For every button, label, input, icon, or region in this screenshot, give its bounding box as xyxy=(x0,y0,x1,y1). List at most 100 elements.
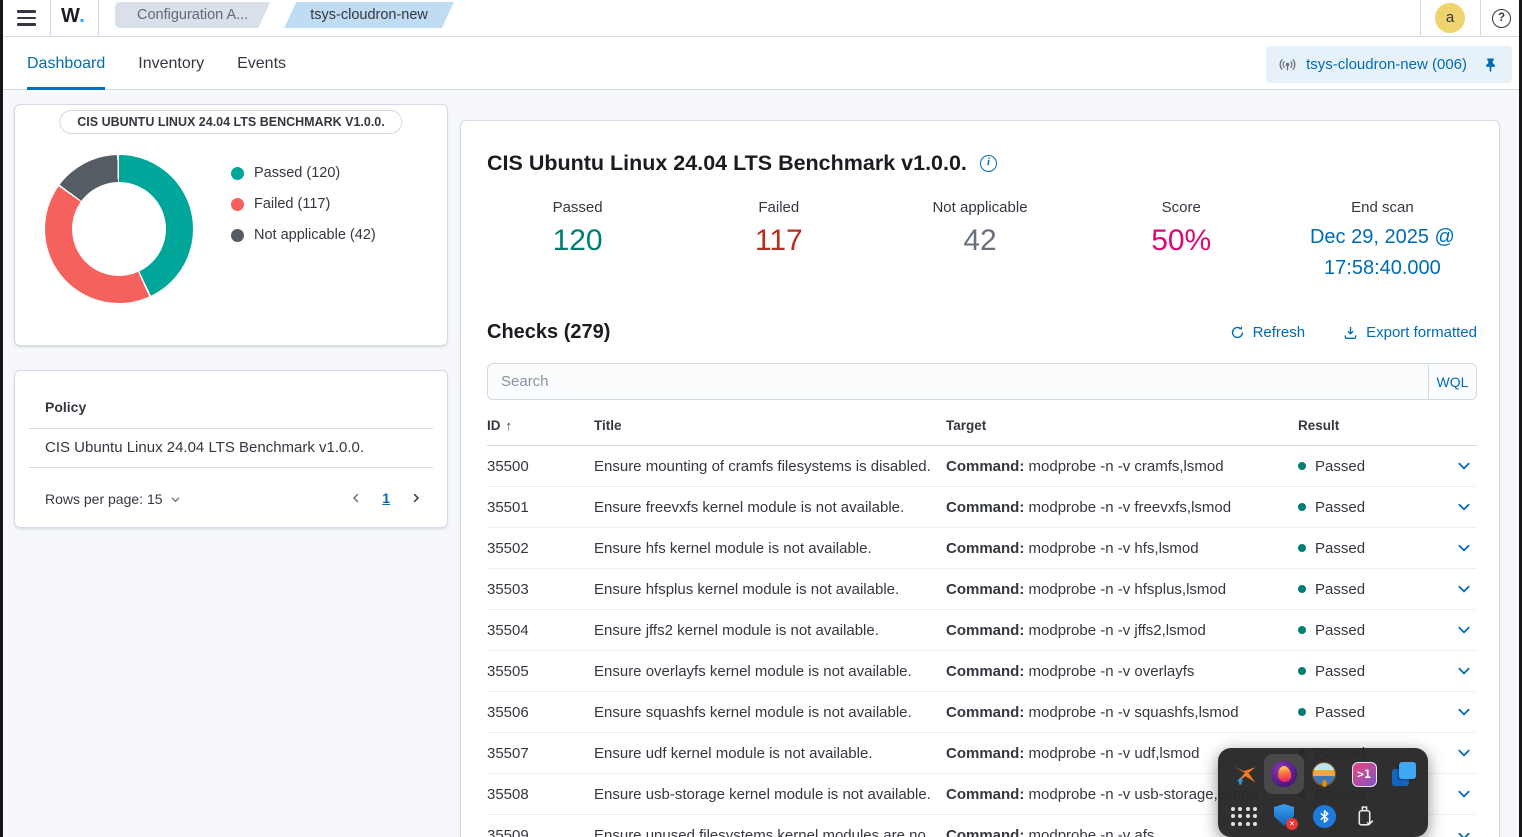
tab-dashboard[interactable]: Dashboard xyxy=(27,37,106,90)
page-number[interactable]: 1 xyxy=(382,490,390,506)
expand-row-chevron-icon[interactable] xyxy=(1446,623,1477,637)
check-id: 35507 xyxy=(487,744,529,762)
bluetooth-icon[interactable] xyxy=(1304,796,1344,836)
chevron-down-icon xyxy=(171,496,179,502)
passed-dot xyxy=(1298,626,1306,634)
check-target: modprobe -n -v hfsplus,lsmod xyxy=(1028,580,1227,598)
benchmark-summary-panel: CIS UBUNTU LINUX 24.04 LTS BENCHMARK V1.… xyxy=(14,104,448,346)
passed-dot xyxy=(231,166,244,180)
not-applicable-dot xyxy=(231,228,244,242)
globe-maps-icon[interactable] xyxy=(1304,754,1344,794)
passed-dot xyxy=(1298,544,1306,552)
app-grid-icon[interactable] xyxy=(1224,796,1264,836)
table-row[interactable]: 35500 Ensure mounting of cramfs filesyst… xyxy=(487,446,1477,487)
pagination: 1 xyxy=(347,487,425,509)
expand-row-chevron-icon[interactable] xyxy=(1446,582,1477,596)
table-row[interactable]: 35501 Ensure freevxfs kernel module is n… xyxy=(487,487,1477,528)
stat-end-scan: End scan Dec 29, 2025 @ 17:58:40.000 xyxy=(1309,199,1455,279)
stat-failed: Failed 117 xyxy=(754,199,803,257)
shield-disabled-icon[interactable]: ✕ xyxy=(1264,796,1304,836)
table-row[interactable]: 35502 Ensure hfs kernel module is not av… xyxy=(487,528,1477,569)
table-row[interactable]: 35506 Ensure squashfs kernel module is n… xyxy=(487,692,1477,733)
breadcrumb: Configuration A... tsys-cloudron-new xyxy=(115,2,454,28)
tab-inventory[interactable]: Inventory xyxy=(138,37,204,90)
terminal-icon[interactable]: >1 xyxy=(1344,754,1384,794)
check-target: modprobe -n -v overlayfs xyxy=(1028,662,1195,680)
pin-icon[interactable] xyxy=(1483,57,1498,73)
wazuh-logo[interactable]: W. xyxy=(61,5,85,28)
check-result: Passed xyxy=(1315,662,1366,680)
blue-tiles-app-icon[interactable] xyxy=(1384,754,1424,794)
policy-panel: Policy CIS Ubuntu Linux 24.04 LTS Benchm… xyxy=(14,370,448,528)
divider xyxy=(29,428,433,429)
check-id: 35509 xyxy=(487,827,529,837)
check-title: Ensure squashfs kernel module is not ava… xyxy=(594,703,912,721)
check-result: Passed xyxy=(1315,580,1366,598)
check-result: Passed xyxy=(1315,703,1366,721)
check-target: modprobe -n -v cramfs,lsmod xyxy=(1028,457,1224,475)
legend-item-not-applicable[interactable]: Not applicable (42) xyxy=(231,227,376,243)
benchmark-detail-panel: CIS Ubuntu Linux 24.04 LTS Benchmark v1.… xyxy=(460,120,1500,837)
header-divider xyxy=(50,0,51,37)
check-title: Ensure overlayfs kernel module is not av… xyxy=(594,662,912,680)
legend-item-failed[interactable]: Failed (117) xyxy=(231,196,376,212)
check-id: 35503 xyxy=(487,580,529,598)
info-icon[interactable]: i xyxy=(979,155,997,172)
expand-row-chevron-icon[interactable] xyxy=(1446,541,1477,555)
expand-row-chevron-icon[interactable] xyxy=(1446,705,1477,719)
expand-row-chevron-icon[interactable] xyxy=(1446,746,1477,760)
stats-row: Passed 120 Failed 117 Not applicable 42 … xyxy=(477,199,1483,284)
column-header-title[interactable]: Title xyxy=(594,418,946,433)
breadcrumb-agent[interactable]: tsys-cloudron-new xyxy=(284,2,454,28)
expand-row-chevron-icon[interactable] xyxy=(1446,829,1477,837)
download-icon xyxy=(1344,326,1357,339)
stat-score: Score 50% xyxy=(1151,199,1212,257)
checks-search-bar: WQL xyxy=(487,363,1477,400)
firefox-nightly-icon[interactable] xyxy=(1264,754,1304,794)
divider xyxy=(29,467,433,468)
check-result: Passed xyxy=(1315,539,1366,557)
expand-row-chevron-icon[interactable] xyxy=(1446,664,1477,678)
check-title: Ensure hfs kernel module is not availabl… xyxy=(594,539,872,557)
column-header-id[interactable]: ID xyxy=(487,418,594,433)
check-id: 35500 xyxy=(487,457,529,475)
pinned-agent-button[interactable]: tsys-cloudron-new (006) xyxy=(1266,46,1512,83)
refresh-button[interactable]: Refresh xyxy=(1230,324,1305,341)
legend-item-passed[interactable]: Passed (120) xyxy=(231,165,376,181)
search-input[interactable] xyxy=(488,364,1428,399)
wql-language-button[interactable]: WQL xyxy=(1428,364,1476,399)
check-title: Ensure mounting of cramfs filesystems is… xyxy=(594,457,931,475)
expand-row-chevron-icon[interactable] xyxy=(1446,500,1477,514)
help-icon[interactable]: ? xyxy=(1492,9,1511,28)
policy-row[interactable]: CIS Ubuntu Linux 24.04 LTS Benchmark v1.… xyxy=(45,439,364,456)
table-row[interactable]: 35503 Ensure hfsplus kernel module is no… xyxy=(487,569,1477,610)
expand-row-chevron-icon[interactable] xyxy=(1446,459,1477,473)
header-divider xyxy=(1480,0,1481,37)
passed-dot xyxy=(1298,503,1306,511)
usb-device-icon[interactable] xyxy=(1344,796,1384,836)
checks-title: Checks (279) xyxy=(487,321,611,343)
check-result: Passed xyxy=(1315,498,1366,516)
check-result: Passed xyxy=(1315,621,1366,639)
check-target: modprobe -n -v freevxfs,lsmod xyxy=(1028,498,1232,516)
check-title: Ensure freevxfs kernel module is not ava… xyxy=(594,498,905,516)
results-donut-chart[interactable] xyxy=(45,155,193,303)
table-row[interactable]: 35504 Ensure jffs2 kernel module is not … xyxy=(487,610,1477,651)
avatar[interactable]: a xyxy=(1435,3,1465,33)
breadcrumb-configuration[interactable]: Configuration A... xyxy=(115,2,270,28)
next-page-icon[interactable] xyxy=(407,487,425,509)
page-title: CIS Ubuntu Linux 24.04 LTS Benchmark v1.… xyxy=(487,151,967,175)
table-row[interactable]: 35505 Ensure overlayfs kernel module is … xyxy=(487,651,1477,692)
tab-events[interactable]: Events xyxy=(237,37,286,90)
rows-per-page-select[interactable]: Rows per page: 15 xyxy=(45,491,181,507)
column-header-target[interactable]: Target xyxy=(946,418,1298,433)
mail-client-icon[interactable] xyxy=(1224,754,1264,794)
prev-page-icon[interactable] xyxy=(347,487,365,509)
passed-dot xyxy=(1298,667,1306,675)
failed-dot xyxy=(231,197,244,211)
column-header-result[interactable]: Result xyxy=(1298,418,1446,433)
menu-hamburger-icon[interactable] xyxy=(17,8,39,28)
tab-bar: Dashboard Inventory Events tsys-cloudron… xyxy=(3,37,1519,90)
export-formatted-button[interactable]: Export formatted xyxy=(1343,324,1477,341)
expand-row-chevron-icon[interactable] xyxy=(1446,787,1477,801)
